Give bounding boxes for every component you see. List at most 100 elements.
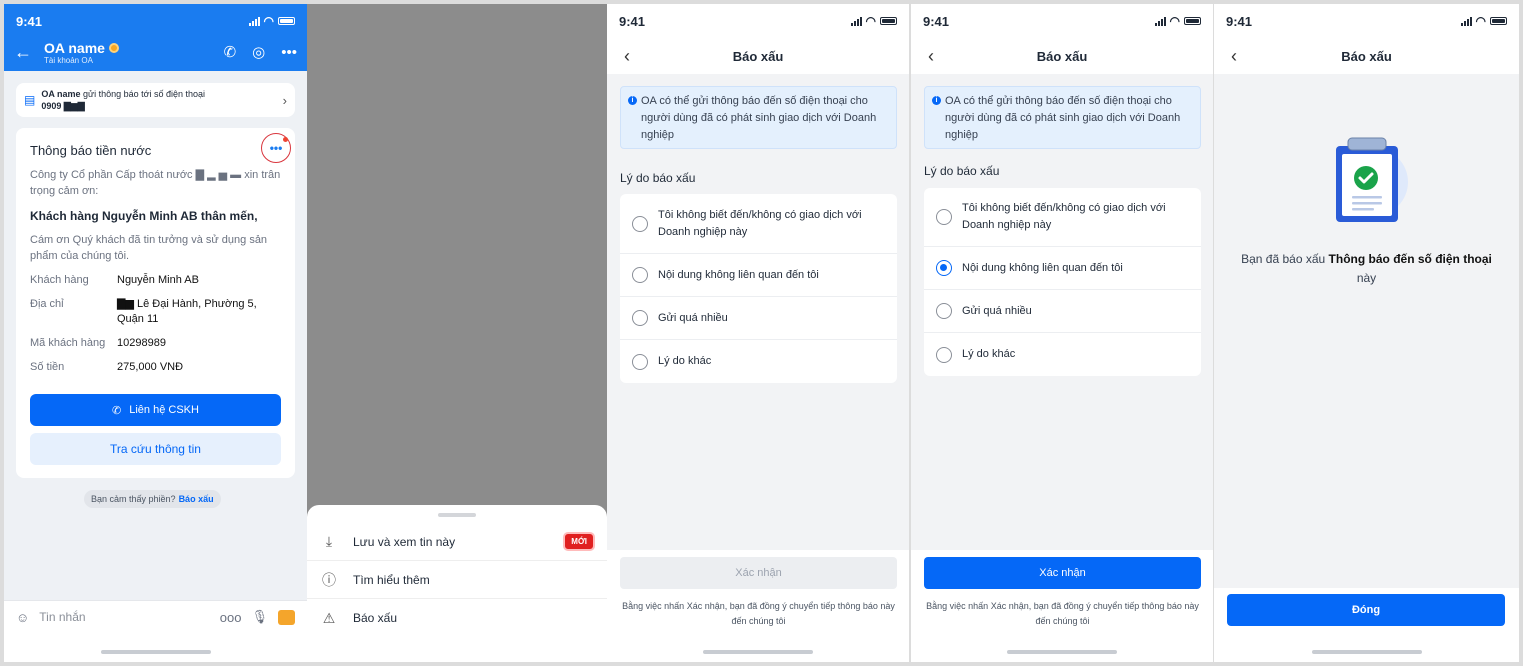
status-icons: ◠ xyxy=(248,14,295,28)
info-value: Nguyễn Minh AB xyxy=(117,274,199,286)
radio-button[interactable] xyxy=(936,209,952,225)
signal-icon xyxy=(1154,16,1166,26)
signal-icon xyxy=(248,16,260,26)
emoji-icon[interactable]: ☺ xyxy=(16,610,29,625)
status-bar: 9:41 ◠ xyxy=(911,4,1213,38)
save-message-label: Lưu và xem tin này xyxy=(353,534,456,549)
status-icons: ◠ xyxy=(1154,14,1201,28)
report-footer: Xác nhận Bằng việc nhấn Xác nhận, bạn đã… xyxy=(911,550,1213,662)
info-icon: i xyxy=(932,96,941,105)
wifi-icon: ◠ xyxy=(1169,14,1180,28)
screens-strip: 9:41 ◠ ← OA name Tài khoản OA ✆ ◎ ••• ▤ … xyxy=(0,0,1523,666)
message-input[interactable]: Tin nhắn xyxy=(39,610,210,624)
reason-option[interactable]: Gửi quá nhiều xyxy=(620,297,897,340)
info-value: 10298989 xyxy=(117,337,166,349)
learn-more-label: Tìm hiểu thêm xyxy=(353,572,430,587)
reason-option[interactable]: Tôi không biết đến/không có giao dịch vớ… xyxy=(924,188,1201,247)
status-time: 9:41 xyxy=(16,13,43,29)
back-arrow-icon[interactable]: ← xyxy=(14,42,44,63)
ellipsis-icon: ••• xyxy=(269,141,283,155)
page-title: Báo xấu xyxy=(1341,48,1392,64)
radio-button[interactable] xyxy=(632,310,648,326)
home-indicator xyxy=(703,650,813,654)
reason-option[interactable]: Lý do khác xyxy=(924,333,1201,376)
report-label: Báo xấu xyxy=(353,611,398,625)
more-icon[interactable]: ••• xyxy=(281,44,297,61)
info-key: Số tiền xyxy=(30,361,65,373)
info-row: Mã khách hàng 10298989 xyxy=(30,336,281,351)
option-label: Nội dung không liên quan đến tôi xyxy=(962,261,1123,274)
info-key: Mã khách hàng xyxy=(30,337,106,349)
page-title: Báo xấu xyxy=(1036,48,1088,64)
reason-option[interactable]: Lý do khác xyxy=(620,340,897,383)
report-screen-selected: 9:41 ◠ Báo xấu ‹ i OA có thể gửi thông b… xyxy=(911,4,1213,662)
success-text-bold: Thông báo đến số điện thoại xyxy=(1328,252,1492,266)
notice-text: gửi thông báo tới số điện thoại xyxy=(83,89,206,99)
phone-icon: ✆ xyxy=(112,404,122,417)
battery-icon xyxy=(1184,17,1201,25)
signal-icon xyxy=(1460,16,1472,26)
success-message: Bạn đã báo xấu Thông báo đến số điện tho… xyxy=(1234,250,1499,288)
reason-option[interactable]: Nội dung không liên quan đến tôi xyxy=(620,254,897,297)
info-row: Số tiền 275,000 VNĐ xyxy=(30,360,281,375)
signal-icon xyxy=(850,16,862,26)
phone-icon[interactable]: ✆ xyxy=(224,43,237,61)
nav-bar: Báo xấu ‹ xyxy=(911,38,1213,74)
status-icons: ◠ xyxy=(850,14,897,28)
report-success-screen: 9:41 ◠ Báo xấu ‹ Bạn đã báo xấu Thông bá… xyxy=(1214,4,1519,662)
new-badge: MỚI xyxy=(563,532,595,551)
more-options-icon[interactable]: ooo xyxy=(220,610,242,625)
download-icon: ⤓ xyxy=(325,533,333,549)
phone-notice-card[interactable]: ▤ OA name gửi thông báo tới số điện thoạ… xyxy=(16,83,295,117)
radio-button[interactable] xyxy=(632,215,648,232)
message-greeting: Khách hàng Nguyễn Minh AB thân mến, xyxy=(30,209,258,223)
camera-icon[interactable]: ◎ xyxy=(252,43,265,61)
info-value: 275,000 VNĐ xyxy=(117,361,184,373)
confirm-label: Xác nhận xyxy=(735,567,782,579)
wifi-icon: ◠ xyxy=(263,14,274,28)
message-composer: ☺ Tin nhắn ooo 🎙︎ xyxy=(4,600,307,662)
success-content: Bạn đã báo xấu Thông báo đến số điện tho… xyxy=(1214,74,1519,592)
learn-more-item[interactable]: ⓘ Tìm hiểu thêm xyxy=(307,561,607,599)
info-banner: i OA có thể gửi thông báo đến số điện th… xyxy=(620,86,897,149)
lookup-info-button[interactable]: Tra cứu thông tin xyxy=(30,433,281,465)
save-message-item[interactable]: ⤓ Lưu và xem tin này MỚI xyxy=(307,523,607,561)
option-label: Gửi quá nhiều xyxy=(658,311,728,324)
microphone-icon[interactable]: 🎙︎ xyxy=(251,609,268,625)
terms-text: Bằng việc nhấn Xác nhận, bạn đã đồng ý c… xyxy=(622,601,895,626)
reason-option[interactable]: Tôi không biết đến/không có giao dịch vớ… xyxy=(620,194,897,254)
info-value: ▇▆ Lê Đại Hành, Phường 5, Quận 11 xyxy=(117,298,257,325)
notice-oa-name: OA name xyxy=(41,89,81,99)
reason-option-selected[interactable]: Nội dung không liên quan đến tôi xyxy=(924,247,1201,290)
status-time: 9:41 xyxy=(1226,13,1253,29)
status-time: 9:41 xyxy=(619,13,646,29)
reason-option[interactable]: Gửi quá nhiều xyxy=(924,290,1201,333)
status-icons: ◠ xyxy=(1460,14,1507,28)
chevron-right-icon: › xyxy=(282,92,287,108)
report-item[interactable]: ⚠ Báo xấu xyxy=(307,599,607,637)
confirm-button[interactable]: Xác nhận xyxy=(924,557,1201,589)
radio-button[interactable] xyxy=(632,267,648,283)
radio-button[interactable] xyxy=(632,353,648,370)
info-banner: i OA có thể gửi thông báo đến số điện th… xyxy=(924,86,1201,149)
oa-title[interactable]: OA name Tài khoản OA xyxy=(44,40,224,65)
radio-button[interactable] xyxy=(936,303,952,319)
report-prompt-text: Bạn cảm thấy phiền? xyxy=(91,494,176,504)
report-link[interactable]: Báo xấu xyxy=(179,494,214,504)
message-more-button[interactable]: ••• xyxy=(261,133,291,163)
option-label: Lý do khác xyxy=(658,355,712,367)
radio-button-selected[interactable] xyxy=(936,260,952,276)
contact-support-button[interactable]: ✆ Liên hệ CSKH xyxy=(30,394,281,426)
radio-button[interactable] xyxy=(936,346,952,363)
message-title: Thông báo tiền nước xyxy=(30,143,152,158)
wifi-icon: ◠ xyxy=(865,14,876,28)
message-card: Thông báo tiền nước ••• Công ty Cổ phần … xyxy=(16,128,295,478)
terms-text: Bằng việc nhấn Xác nhận, bạn đã đồng ý c… xyxy=(926,601,1199,626)
image-icon[interactable] xyxy=(278,609,295,625)
chat-screen: 9:41 ◠ ← OA name Tài khoản OA ✆ ◎ ••• ▤ … xyxy=(4,4,307,662)
close-button[interactable]: Đóng xyxy=(1227,594,1505,626)
success-text-pre: Bạn đã báo xấu xyxy=(1241,252,1326,266)
confirm-button[interactable]: Xác nhận xyxy=(620,557,897,589)
info-row: Khách hàng Nguyễn Minh AB xyxy=(30,273,281,288)
message-intro: Công ty Cổ phần Cấp thoát nước ▇ ▂ ▅ ▬ x… xyxy=(30,169,281,197)
